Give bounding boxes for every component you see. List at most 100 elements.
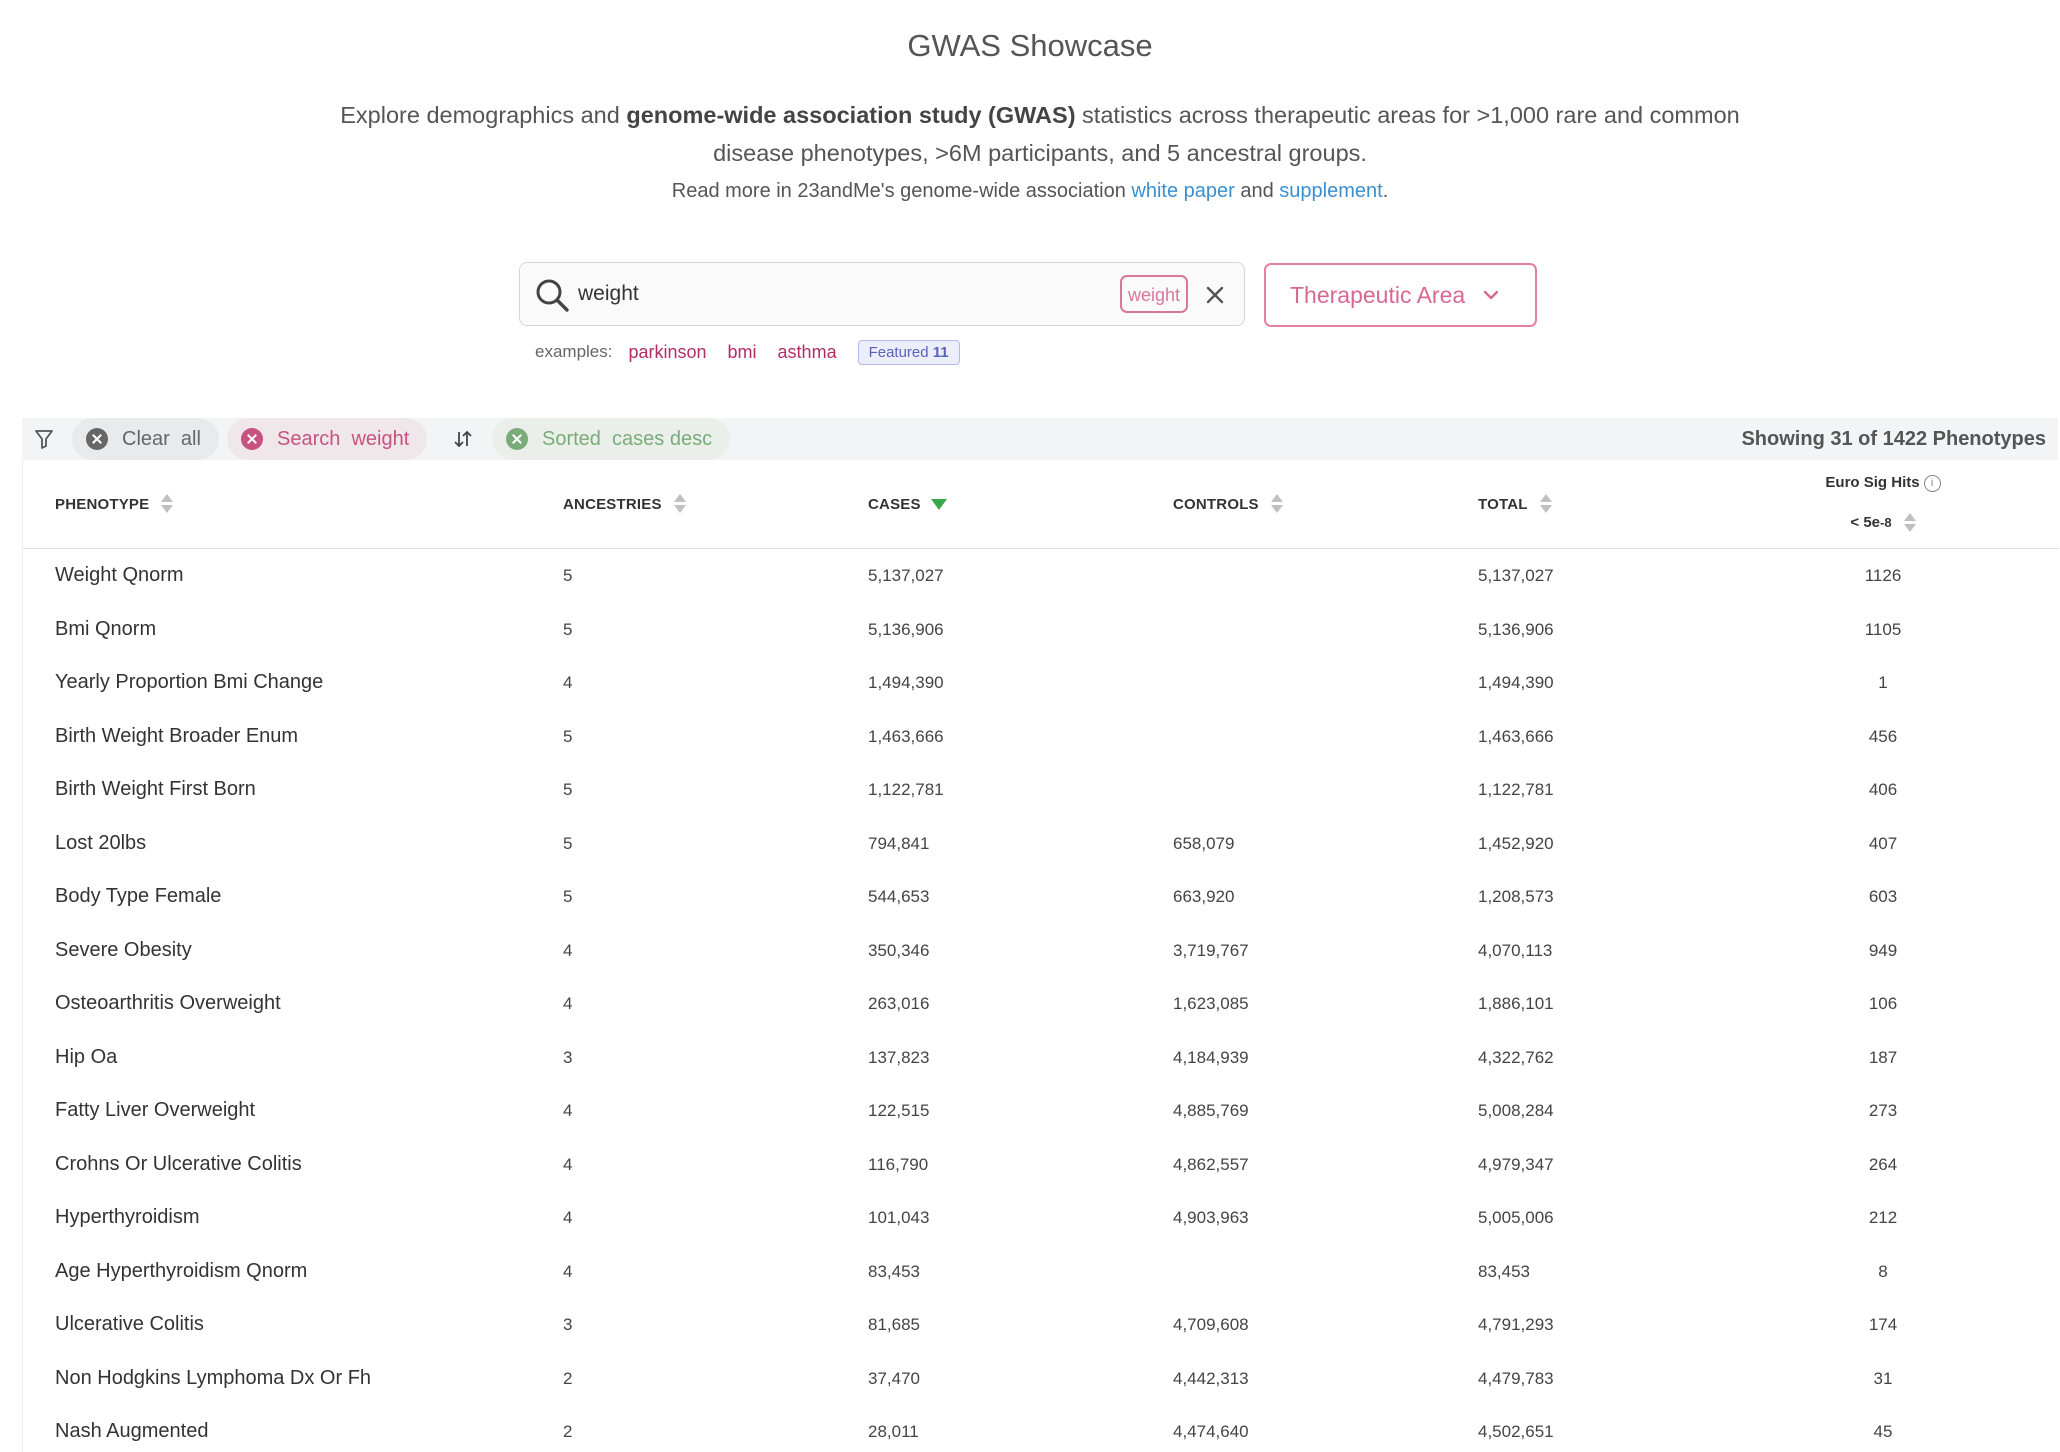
euro-sig-hits-cell: 1105 bbox=[1864, 619, 1902, 639]
ancestries-cell: 3 bbox=[563, 1047, 573, 1067]
controls-cell: 663,920 bbox=[1173, 887, 1235, 906]
table-row[interactable]: Body Type Female 5 544,653 663,920 1,208,573… bbox=[23, 870, 2059, 924]
featured-button[interactable]: Featured 11 bbox=[857, 339, 960, 365]
table-row[interactable]: Osteoarthritis Overweight 4 263,016 1,623,0… bbox=[23, 977, 2059, 1031]
cases-cell: 263,016 bbox=[868, 994, 930, 1013]
sort-arrows-icon bbox=[1270, 493, 1283, 515]
controls-cell: 4,474,640 bbox=[1173, 1422, 1249, 1441]
column-label: TOTAL bbox=[1478, 495, 1528, 513]
column-header-total[interactable]: TOTAL bbox=[1478, 460, 1552, 548]
euro-sig-hits-cell: 106 bbox=[1868, 994, 1898, 1013]
search-filter-pill[interactable]: Search weight bbox=[227, 418, 428, 460]
example-bmi[interactable]: bmi bbox=[728, 342, 757, 363]
total-cell: 4,979,347 bbox=[1478, 1154, 1554, 1174]
example-asthma[interactable]: asthma bbox=[778, 342, 837, 363]
total-cell: 4,791,293 bbox=[1478, 1315, 1554, 1334]
cases-cell: 5,136,906 bbox=[868, 619, 944, 639]
table-row[interactable]: Crohns Or Ulcerative Colitis 4 116,790 4,86… bbox=[23, 1138, 2059, 1192]
phenotype-cell: Bmi Qnorm bbox=[55, 617, 157, 640]
table-row[interactable]: Hip Oa 3 137,823 4,184,939 4,322,762 187 bbox=[23, 1031, 2059, 1085]
table-row[interactable]: Ulcerative Colitis 3 81,685 4,709,608 4,791,… bbox=[23, 1298, 2059, 1352]
phenotype-cell: Weight Qnorm bbox=[55, 564, 184, 586]
table-row[interactable]: Bmi Qnorm 5 5,136,906 5,136,906 1105 bbox=[23, 603, 2059, 657]
filter-icon[interactable] bbox=[34, 428, 54, 450]
intro-text-start: Explore demographics and bbox=[340, 102, 627, 128]
cases-cell: 1,494,390 bbox=[868, 673, 944, 692]
cases-cell: 794,841 bbox=[868, 833, 930, 853]
cases-cell: 137,823 bbox=[868, 1047, 930, 1067]
table-row[interactable]: Severe Obesity 4 350,346 3,719,767 4,070,113… bbox=[23, 924, 2059, 978]
controls-cell: 3,719,767 bbox=[1173, 940, 1249, 960]
phenotype-cell: Ulcerative Colitis bbox=[55, 1313, 204, 1335]
phenotype-cell: Yearly Proportion Bmi Change bbox=[55, 671, 324, 693]
column-header-cases[interactable]: CASES bbox=[868, 460, 947, 548]
filter-bar: Clear all Search weight Sorted cases des… bbox=[22, 418, 2058, 460]
column-header-euro-sig-hits[interactable]: Euro Sig Hits i < 5e -8 bbox=[1803, 474, 1963, 534]
cases-cell: 544,653 bbox=[868, 887, 930, 906]
total-cell: 1,886,101 bbox=[1478, 994, 1554, 1013]
info-icon[interactable]: i bbox=[1923, 474, 1941, 492]
controls-cell: 4,709,608 bbox=[1173, 1315, 1249, 1334]
sort-filter-pill[interactable]: Sorted cases desc bbox=[492, 418, 731, 460]
example-parkinson[interactable]: parkinson bbox=[628, 342, 706, 363]
therapeutic-area-dropdown[interactable]: Therapeutic Area bbox=[1264, 263, 1537, 327]
column-label-threshold: < 5e bbox=[1850, 514, 1881, 532]
euro-sig-hits-cell: 273 bbox=[1868, 1101, 1898, 1120]
cases-cell: 37,470 bbox=[868, 1368, 920, 1388]
featured-count: 11 bbox=[932, 343, 949, 361]
table-row[interactable]: Fatty Liver Overweight 4 122,515 4,885,769 5… bbox=[23, 1084, 2059, 1138]
cases-cell: 83,453 bbox=[868, 1261, 920, 1281]
phenotype-cell: Severe Obesity bbox=[55, 938, 192, 961]
chevron-down-icon bbox=[1483, 290, 1499, 300]
total-cell: 5,136,906 bbox=[1478, 619, 1554, 639]
euro-sig-hits-cell: 174 bbox=[1868, 1315, 1898, 1334]
phenotype-cell: Crohns Or Ulcerative Colitis bbox=[55, 1152, 302, 1175]
controls-cell: 4,862,557 bbox=[1173, 1154, 1249, 1174]
controls-cell: 4,903,963 bbox=[1173, 1208, 1249, 1227]
table-row[interactable]: Non Hodgkins Lymphoma Dx Or Fh 2 37,470 4,4… bbox=[23, 1352, 2059, 1406]
clear-all-label: Clear all bbox=[122, 427, 201, 450]
euro-sig-hits-cell: 31 bbox=[1873, 1368, 1893, 1388]
search-term-chip[interactable]: weight bbox=[1120, 275, 1189, 313]
column-header-controls[interactable]: CONTROLS bbox=[1173, 460, 1283, 548]
total-cell: 1,452,920 bbox=[1478, 833, 1554, 853]
total-cell: 4,502,651 bbox=[1478, 1422, 1554, 1441]
table-row[interactable]: Nash Augmented 2 28,011 4,474,640 4,502,651 4… bbox=[23, 1405, 2059, 1452]
euro-sig-hits-cell: 264 bbox=[1868, 1154, 1898, 1174]
cases-cell: 101,043 bbox=[868, 1208, 930, 1227]
sort-arrows-icon bbox=[673, 493, 686, 515]
search-input[interactable] bbox=[578, 275, 1098, 313]
table-row[interactable]: Birth Weight Broader Enum 5 1,463,666 1,463… bbox=[23, 710, 2059, 764]
euro-sig-hits-cell: 212 bbox=[1868, 1208, 1898, 1227]
ancestries-cell: 5 bbox=[563, 726, 573, 746]
cases-cell: 28,011 bbox=[868, 1422, 919, 1441]
table-row[interactable]: Yearly Proportion Bmi Change 4 1,494,390 1,… bbox=[23, 656, 2059, 710]
cases-cell: 1,463,666 bbox=[868, 726, 944, 746]
white-paper-link[interactable]: white paper bbox=[1131, 180, 1234, 202]
column-label: Euro Sig Hits bbox=[1825, 474, 1920, 491]
close-icon[interactable] bbox=[1200, 280, 1230, 310]
table-row[interactable]: Lost 20lbs 5 794,841 658,079 1,452,920 407 bbox=[23, 817, 2059, 871]
phenotype-cell: Birth Weight Broader Enum bbox=[55, 724, 299, 747]
ancestries-cell: 4 bbox=[563, 673, 573, 692]
sort-arrows-icon bbox=[161, 493, 174, 515]
sort-icon[interactable] bbox=[452, 428, 474, 450]
table-row[interactable]: Weight Qnorm 5 5,137,027 5,137,027 1126 bbox=[23, 549, 2059, 603]
page-title: GWAS Showcase bbox=[907, 28, 1153, 63]
clear-all-button[interactable]: Clear all bbox=[72, 418, 219, 460]
ancestries-cell: 4 bbox=[563, 1261, 573, 1281]
euro-sig-hits-cell: 1 bbox=[1878, 673, 1888, 692]
intro-text: Explore demographics and genome-wide ass… bbox=[330, 96, 1750, 172]
column-label-exponent: -8 bbox=[1880, 515, 1892, 531]
cases-cell: 116,790 bbox=[868, 1154, 929, 1174]
sort-filter-label: Sorted cases desc bbox=[542, 427, 713, 450]
column-header-ancestries[interactable]: ANCESTRIES bbox=[563, 460, 686, 548]
controls-cell: 4,885,769 bbox=[1173, 1101, 1249, 1120]
column-header-phenotype[interactable]: PHENOTYPE bbox=[55, 460, 174, 548]
featured-label: Featured bbox=[868, 343, 929, 361]
table-row[interactable]: Birth Weight First Born 5 1,122,781 1,122,7… bbox=[23, 763, 2059, 817]
table-row[interactable]: Hyperthyroidism 4 101,043 4,903,963 5,005,00… bbox=[23, 1191, 2059, 1245]
total-cell: 5,008,284 bbox=[1478, 1101, 1554, 1120]
supplement-link[interactable]: supplement bbox=[1279, 180, 1382, 202]
table-row[interactable]: Age Hyperthyroidism Qnorm 4 83,453 83,453 8 bbox=[23, 1245, 2059, 1299]
